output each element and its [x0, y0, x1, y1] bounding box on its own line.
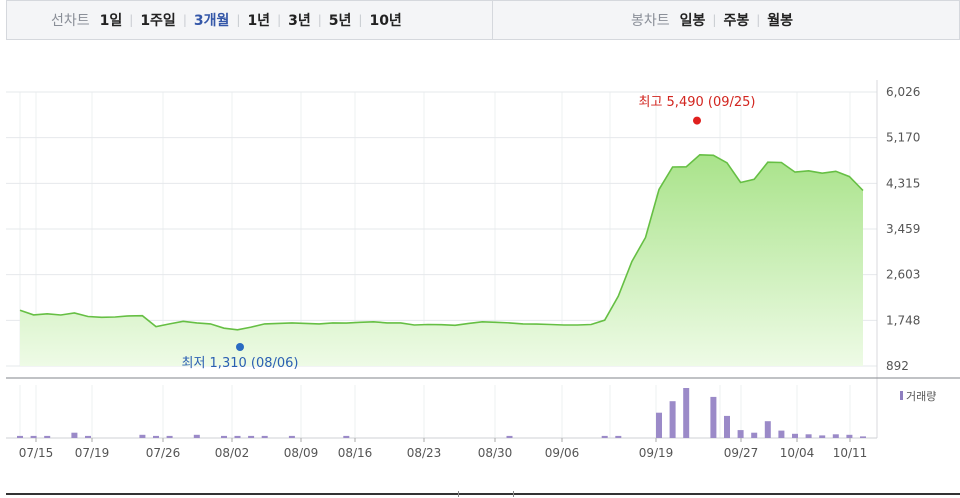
y-tick-label: 2,603 [886, 268, 920, 282]
volume-bar [221, 435, 227, 438]
volume-bar [166, 435, 173, 438]
volume-bar [669, 401, 676, 438]
volume-bar [778, 430, 785, 438]
volume-bar [17, 435, 23, 438]
low-point-marker [236, 343, 244, 351]
volume-bar [30, 435, 37, 438]
y-tick-label: 1,748 [886, 313, 920, 327]
volume-bar [248, 435, 255, 438]
volume-bar [85, 435, 91, 438]
y-tick-label: 5,170 [886, 131, 920, 145]
low-point-label: 최저 1,310 (08/06) [181, 356, 298, 371]
x-tick-label: 08/30 [478, 446, 513, 460]
volume-bar [683, 388, 690, 438]
volume-bar [724, 415, 730, 438]
y-tick-label: 3,459 [886, 222, 920, 236]
x-tick-label: 10/04 [780, 446, 815, 460]
volume-bar [792, 433, 798, 438]
x-tick-label: 07/19 [75, 446, 110, 460]
volume-bar [193, 434, 200, 438]
volume-bar [44, 435, 51, 438]
price-area-fill [20, 154, 863, 366]
volume-bar [710, 396, 717, 438]
volume-bar [234, 435, 241, 438]
volume-bar [343, 435, 350, 438]
x-tick-label: 09/19 [639, 446, 674, 460]
x-tick-label: 09/06 [545, 446, 580, 460]
y-tick-label: 892 [886, 359, 909, 373]
volume-bar [506, 435, 513, 438]
volume-bar [819, 435, 826, 438]
volume-bar [860, 436, 866, 438]
x-tick-label: 08/09 [284, 446, 319, 460]
volume-bar [751, 432, 758, 438]
volume-bar [846, 434, 853, 438]
volume-bar [288, 435, 295, 438]
bottom-scroll-handle[interactable] [458, 491, 514, 497]
x-tick-label: 10/11 [833, 446, 868, 460]
x-tick-label: 07/15 [19, 446, 54, 460]
x-tick-label: 08/16 [338, 446, 373, 460]
x-tick-label: 08/23 [407, 446, 442, 460]
volume-bar [153, 435, 159, 438]
x-tick-label: 09/27 [724, 446, 759, 460]
volume-bar [139, 434, 146, 438]
y-tick-label: 6,026 [886, 85, 920, 99]
volume-bar [601, 435, 608, 438]
volume-bar [71, 432, 78, 438]
high-point-marker [693, 116, 701, 125]
x-tick-label: 07/26 [146, 446, 181, 460]
volume-bar [615, 435, 622, 438]
volume-bar [737, 430, 744, 438]
volume-bar [656, 412, 662, 438]
volume-bar [764, 421, 771, 438]
volume-bar [805, 434, 812, 438]
high-point-label: 최고 5,490 (09/25) [638, 95, 755, 110]
price-volume-chart: 6,026 5,170 4,315 3,459 2,603 1,748 892 07/15 07… [6, 80, 960, 460]
volume-legend-label: 거래량 [906, 390, 936, 403]
volume-legend-swatch [900, 391, 903, 400]
y-tick-label: 4,315 [886, 176, 920, 190]
volume-bar [261, 435, 268, 438]
volume-bar [832, 434, 839, 438]
x-tick-label: 08/02 [215, 446, 250, 460]
